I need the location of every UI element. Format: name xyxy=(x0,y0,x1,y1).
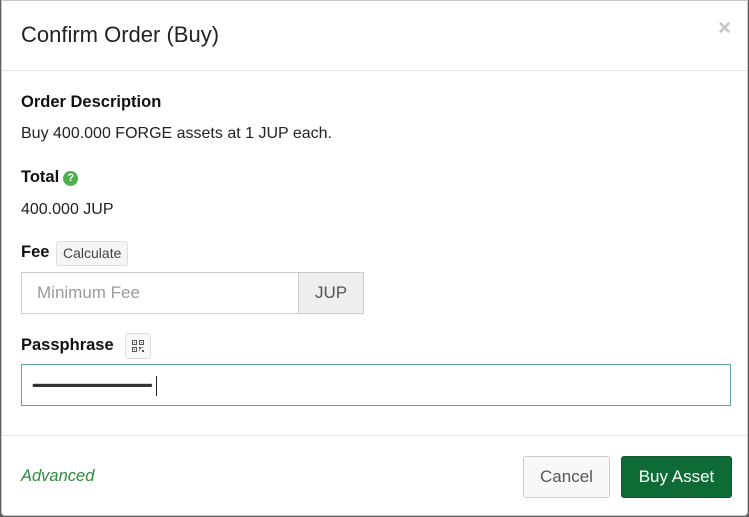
order-description-label: Order Description xyxy=(21,93,162,111)
fee-unit-addon: JUP xyxy=(298,272,364,314)
calculate-fee-button[interactable]: Calculate xyxy=(56,241,129,266)
fee-label: Fee xyxy=(21,243,50,261)
total-label: Total xyxy=(21,168,60,186)
question-circle-icon[interactable]: ? xyxy=(63,171,79,186)
qr-code-icon xyxy=(132,340,144,352)
order-description-text: Buy 400.000 FORGE assets at 1 JUP each. xyxy=(21,125,332,142)
close-icon[interactable]: × xyxy=(718,17,731,39)
cancel-button[interactable]: Cancel xyxy=(523,456,610,498)
passphrase-input[interactable]: ••••••••••••••••••••••••••••••••••••••••… xyxy=(21,364,731,406)
text-caret xyxy=(155,375,157,396)
passphrase-label: Passphrase xyxy=(21,336,114,354)
total-label-row: Total? xyxy=(21,168,79,187)
fee-input[interactable] xyxy=(21,272,299,314)
qr-scan-button[interactable] xyxy=(125,333,151,359)
passphrase-masked-value: ••••••••••••••••••••••••••••••••••••••••… xyxy=(32,378,153,393)
modal-header: Confirm Order (Buy) × xyxy=(2,1,747,71)
buy-asset-button[interactable]: Buy Asset xyxy=(621,456,732,498)
confirm-order-modal: Confirm Order (Buy) × Order Description … xyxy=(1,0,748,516)
modal-title: Confirm Order (Buy) xyxy=(21,22,220,47)
total-value: 400.000 JUP xyxy=(21,201,114,218)
fee-input-group: JUP xyxy=(21,272,364,314)
modal-footer: Advanced Cancel Buy Asset xyxy=(2,435,747,517)
advanced-link[interactable]: Advanced xyxy=(21,467,94,486)
